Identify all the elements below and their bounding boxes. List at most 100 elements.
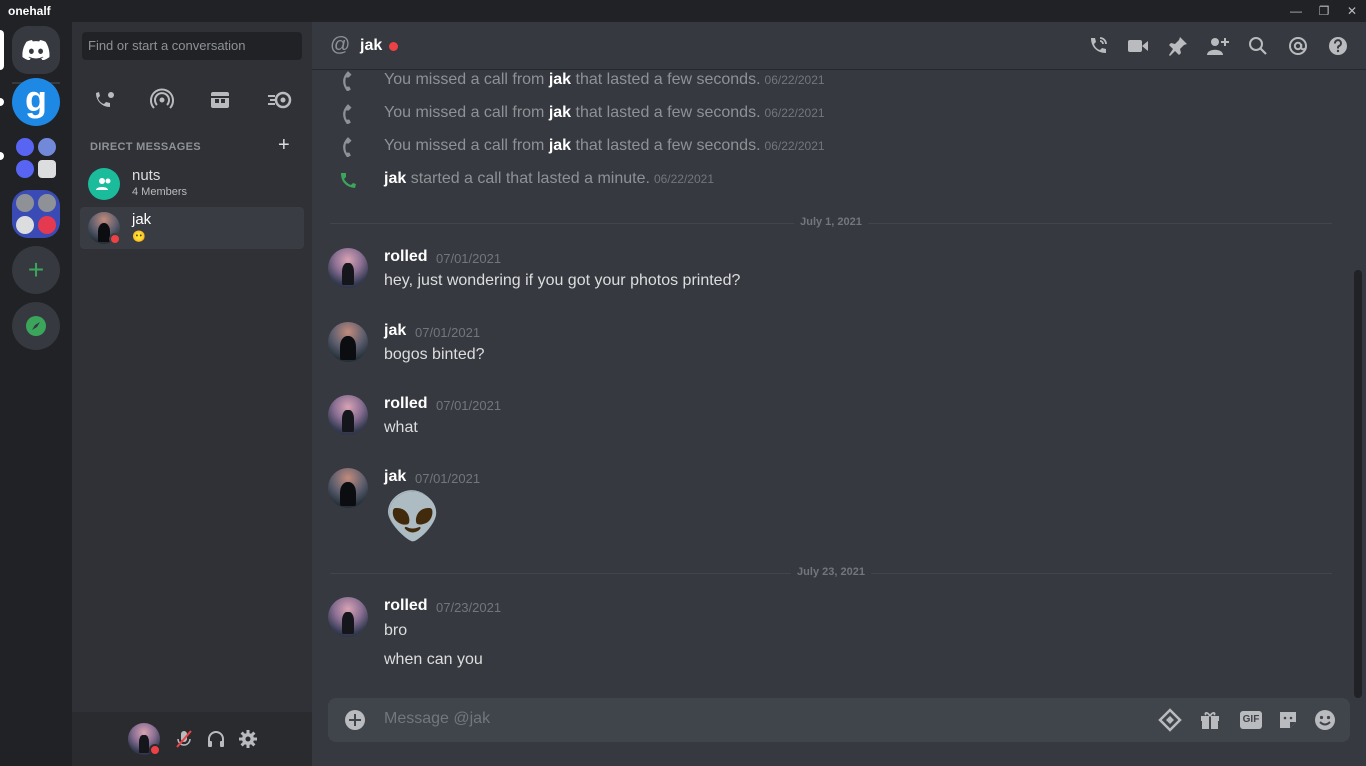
deafen-button[interactable] xyxy=(204,727,228,751)
explore-servers-button[interactable] xyxy=(12,302,60,350)
shop-button[interactable] xyxy=(207,88,233,112)
add-friends-button[interactable] xyxy=(1206,34,1230,58)
message-text: bro xyxy=(384,622,408,639)
chat-main: @ jak You missed a call from jak that la… xyxy=(312,22,1366,766)
add-attachment-icon[interactable] xyxy=(344,709,366,731)
search-input[interactable]: Find or start a conversation xyxy=(82,32,302,60)
gift-button[interactable] xyxy=(1198,708,1222,732)
missed-call-icon xyxy=(343,71,352,91)
app-name: onehalf xyxy=(8,4,51,18)
sticker-button[interactable] xyxy=(1276,708,1300,732)
phone-call-icon xyxy=(1091,37,1107,53)
dm-item-jak[interactable]: jak 😶 xyxy=(80,207,304,249)
avatar[interactable] xyxy=(328,322,368,362)
avatar[interactable] xyxy=(328,597,368,637)
system-message-user[interactable]: jak xyxy=(549,104,571,121)
timestamp: 06/22/2021 xyxy=(764,106,825,120)
message-author[interactable]: jak xyxy=(384,468,406,486)
pinned-messages-button[interactable] xyxy=(1166,34,1190,58)
timestamp: 06/22/2021 xyxy=(653,172,714,186)
avatar[interactable] xyxy=(328,468,368,508)
phone-person-icon xyxy=(96,92,114,107)
timestamp: 06/22/2021 xyxy=(764,139,825,153)
search-button[interactable] xyxy=(1246,34,1270,58)
system-message: You missed a call from jak that lasted a… xyxy=(312,70,1352,92)
diamond-icon xyxy=(1158,708,1182,732)
folder-server-icon xyxy=(37,194,56,213)
store-icon xyxy=(211,92,229,108)
message-list: You missed a call from jak that lasted a… xyxy=(312,70,1366,698)
avatar[interactable] xyxy=(328,248,368,288)
scrollbar[interactable] xyxy=(1354,270,1362,698)
gear-icon xyxy=(239,730,257,748)
message-author[interactable]: rolled xyxy=(384,395,428,413)
avatar[interactable] xyxy=(328,395,368,435)
system-message-user[interactable]: jak xyxy=(549,137,571,154)
gif-icon: GIF xyxy=(1239,711,1263,729)
help-button[interactable] xyxy=(1326,34,1350,58)
compass-icon xyxy=(26,316,46,336)
create-dm-button[interactable]: + xyxy=(278,134,290,157)
restore-button[interactable]: ❐ xyxy=(1310,2,1338,20)
server-g-label: g xyxy=(25,78,47,119)
close-button[interactable]: ✕ xyxy=(1338,2,1366,20)
server-g[interactable]: g xyxy=(12,78,60,126)
folder-server-icon xyxy=(37,159,56,178)
missed-call-icon xyxy=(343,137,352,157)
settings-button[interactable] xyxy=(236,727,260,751)
dnd-status-icon xyxy=(389,42,398,51)
dm-item-nuts[interactable]: nuts 4 Members xyxy=(80,163,304,205)
broadcast-icon xyxy=(150,88,174,109)
search-icon xyxy=(1249,37,1267,55)
system-message-text: You missed a call from xyxy=(384,137,549,154)
stage-button[interactable] xyxy=(149,88,175,112)
smiley-icon xyxy=(1315,710,1335,730)
folder-server-icon xyxy=(16,159,34,178)
message-text: hey, just wondering if you got your phot… xyxy=(384,272,741,289)
unread-indicator xyxy=(0,152,4,160)
video-call-button[interactable] xyxy=(1126,34,1150,58)
dm-header: DIRECT MESSAGES xyxy=(90,141,201,153)
call-icon xyxy=(341,173,356,188)
folder-server-icon xyxy=(37,215,56,234)
add-server-button[interactable]: + xyxy=(12,246,60,294)
friends-button[interactable] xyxy=(92,88,118,112)
alien-emoji: 👽 xyxy=(384,490,442,542)
home-button[interactable] xyxy=(12,26,60,74)
headphones-icon xyxy=(208,731,224,747)
system-message-user[interactable]: jak xyxy=(549,71,571,88)
dnd-status-icon xyxy=(149,744,161,756)
message-text: bogos binted? xyxy=(384,346,485,363)
system-message-user[interactable]: jak xyxy=(384,170,406,187)
message-text: when can you xyxy=(384,651,483,668)
server-folder-1[interactable] xyxy=(12,134,60,182)
emoji-button[interactable] xyxy=(1313,708,1337,732)
group-icon xyxy=(96,178,111,190)
mentions-button[interactable] xyxy=(1286,34,1310,58)
apps-button[interactable] xyxy=(1158,708,1182,732)
server-folder-2[interactable] xyxy=(12,190,60,238)
help-icon xyxy=(1329,37,1347,55)
pin-icon xyxy=(1169,37,1187,56)
mic-muted-icon xyxy=(176,730,192,748)
dm-member-count: 4 Members xyxy=(132,186,188,198)
dnd-status-icon xyxy=(109,233,121,245)
timestamp: 06/22/2021 xyxy=(764,73,825,87)
title-bar: onehalf — ❐ ✕ xyxy=(0,0,1366,22)
server-list: g + xyxy=(0,22,72,766)
message-input[interactable]: Message @jak xyxy=(384,710,490,728)
mute-button[interactable] xyxy=(172,727,196,751)
group-avatar xyxy=(88,168,120,200)
sticker-icon xyxy=(1280,712,1296,728)
dm-name: nuts xyxy=(132,167,161,184)
message-author[interactable]: jak xyxy=(384,322,406,340)
minimize-button[interactable]: — xyxy=(1282,2,1310,20)
voice-call-button[interactable] xyxy=(1086,34,1110,58)
date-divider-label: July 23, 2021 xyxy=(791,566,871,578)
nitro-button[interactable] xyxy=(267,88,293,112)
message-author[interactable]: rolled xyxy=(384,248,428,266)
message-author[interactable]: rolled xyxy=(384,597,428,615)
date-divider-label: July 1, 2021 xyxy=(794,216,868,228)
system-message: jak started a call that lasted a minute.… xyxy=(312,169,1352,191)
gif-button[interactable]: GIF xyxy=(1238,708,1264,732)
